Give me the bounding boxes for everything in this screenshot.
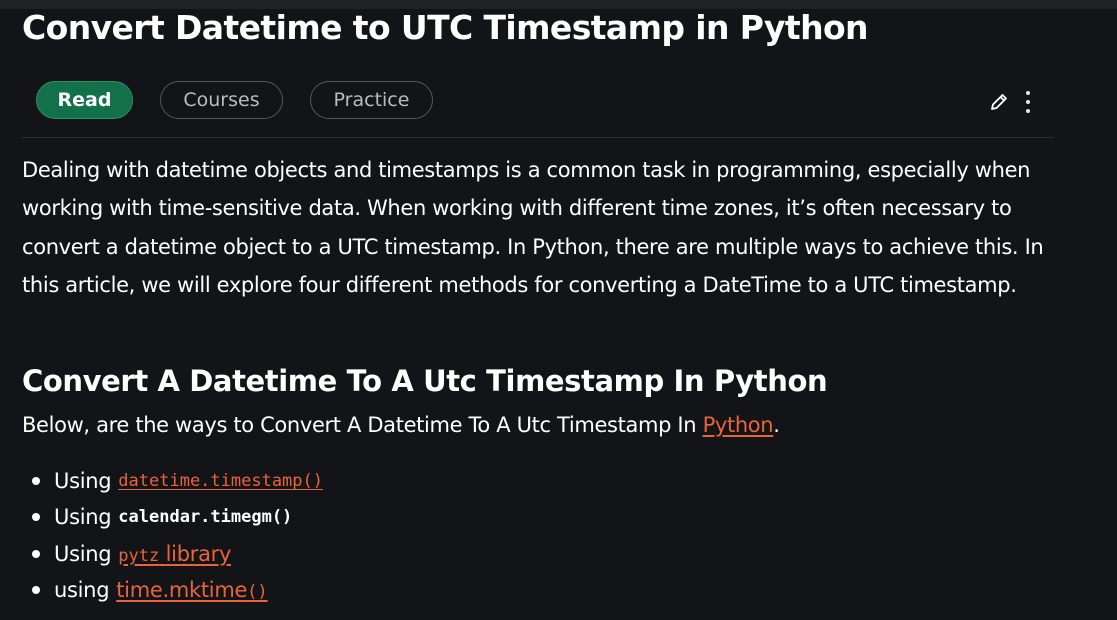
tab-read[interactable]: Read [36, 81, 133, 119]
list-item: Using pytz library [32, 536, 323, 572]
methods-list: Using datetime.timestamp() Using calenda… [32, 463, 323, 608]
divider [22, 137, 1054, 138]
section-heading: Convert A Datetime To A Utc Timestamp In… [22, 364, 828, 398]
tab-courses[interactable]: Courses [160, 81, 283, 119]
bullet [32, 549, 40, 558]
list-item: Using calendar.timegm() [32, 499, 323, 535]
method-code-calendar-timegm: calendar.timegm() [118, 507, 293, 528]
python-link[interactable]: Python [703, 413, 774, 437]
intro-paragraph: Dealing with datetime objects and timest… [22, 158, 1044, 297]
mktime-text: time.mktime [116, 578, 248, 603]
bullet [32, 477, 40, 486]
pytz-text: library [165, 541, 232, 566]
article-tools [988, 89, 1032, 119]
article-tabs: Read Courses Practice [36, 81, 433, 121]
mktime-code: () [247, 582, 268, 603]
method-prefix: using [54, 578, 110, 603]
method-link-time-mktime[interactable]: time.mktime() [116, 578, 267, 602]
bullet [32, 513, 40, 522]
method-prefix: Using [54, 541, 112, 566]
section-lead: Below, are the ways to Convert A Datetim… [22, 413, 780, 437]
article-title: Convert Datetime to UTC Timestamp in Pyt… [22, 8, 869, 47]
pytz-code: pytz [118, 545, 160, 566]
method-link-datetime-timestamp[interactable]: datetime.timestamp() [118, 471, 323, 491]
lead-text: Below, are the ways to Convert A Datetim… [22, 413, 697, 437]
lead-end: . [773, 413, 780, 437]
bullet [32, 586, 40, 595]
list-item: using time.mktime() [32, 572, 323, 608]
method-link-pytz[interactable]: pytz library [118, 542, 231, 566]
pencil-icon[interactable] [988, 91, 1010, 117]
list-item: Using datetime.timestamp() [32, 463, 323, 499]
method-prefix: Using [54, 505, 112, 530]
kebab-menu-icon[interactable] [1024, 89, 1032, 119]
tab-practice[interactable]: Practice [310, 81, 433, 119]
method-prefix: Using [54, 469, 112, 494]
